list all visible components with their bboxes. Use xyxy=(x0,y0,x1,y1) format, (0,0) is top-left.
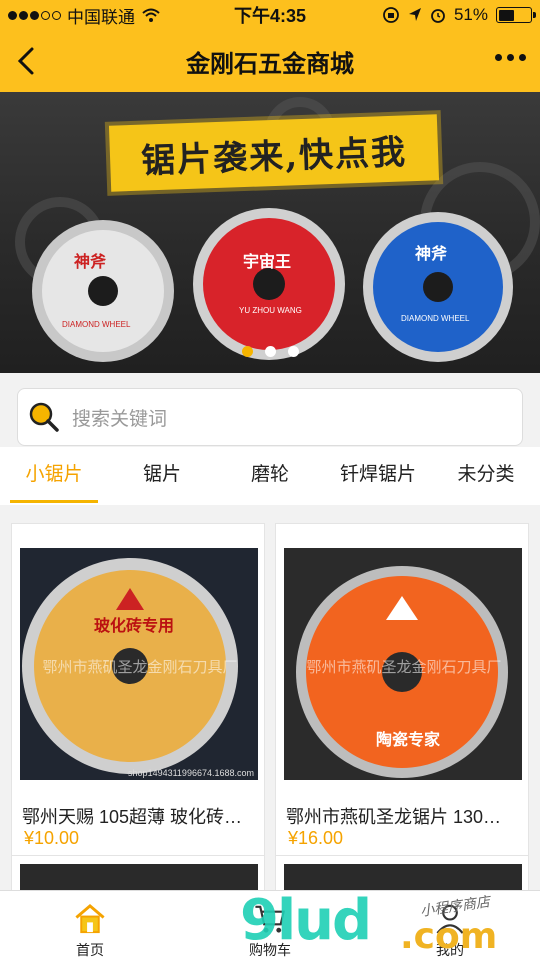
alarm-icon xyxy=(431,9,445,23)
nav-bar: 金刚石五金商城 xyxy=(0,30,540,92)
search-section: 搜索关键词 xyxy=(0,373,540,447)
product-blade-text: 玻化砖专用 xyxy=(94,618,175,635)
banner-slogan: 锯片袭来,快点我 xyxy=(140,131,408,182)
product-name: 鄂州天赐 105超薄 玻化砖… xyxy=(22,807,243,827)
tab-jupian[interactable]: 锯片 xyxy=(108,447,216,505)
location-icon xyxy=(408,8,421,21)
watermark-logo: 9lud xyxy=(240,888,372,953)
product-image: 陶瓷专家 鄂州市燕矶圣龙金刚石刀具厂 xyxy=(284,548,522,780)
tabbar-home-label: 首页 xyxy=(76,942,104,958)
banner-blade-2: 宇宙王 YU ZHOU WANG xyxy=(193,208,345,360)
blade-3-label: 神斧 xyxy=(415,246,448,263)
product-grid: 玻化砖专用 鄂州市燕矶圣龙金刚石刀具厂 shop1494311996674.16… xyxy=(0,505,540,896)
status-bar: 中国联通 下午4:35 51% xyxy=(0,0,540,30)
banner-blade-1: 神斧 DIAMOND WHEEL xyxy=(32,220,174,362)
tab-qianhan-jupian[interactable]: 钎焊锯片 xyxy=(324,447,432,505)
battery-percent: 51% xyxy=(453,5,488,24)
page-title: 金刚石五金商城 xyxy=(186,50,354,78)
blade-2-caption: YU ZHOU WANG xyxy=(239,306,302,315)
product-price: ¥16.00 xyxy=(288,828,344,848)
tab-xiaojupian[interactable]: 小锯片 xyxy=(0,447,108,505)
orientation-lock-icon xyxy=(383,7,399,23)
pagination-dot[interactable] xyxy=(287,346,299,357)
image-watermark: 鄂州市燕矶圣龙金刚石刀具厂 xyxy=(42,659,238,676)
product-card[interactable] xyxy=(11,855,265,896)
blade-3-caption: DIAMOND WHEEL xyxy=(401,314,470,323)
search-placeholder: 搜索关键词 xyxy=(72,408,168,430)
image-watermark: 鄂州市燕矶圣龙金刚石刀具厂 xyxy=(306,659,502,676)
promo-banner[interactable]: 锯片袭来,快点我 神斧 DIAMOND WHEEL 宇宙王 YU ZHOU WA… xyxy=(0,92,540,373)
banner-slogan-strip: 锯片袭来,快点我 xyxy=(108,114,440,192)
blade-1-caption: DIAMOND WHEEL xyxy=(62,320,131,329)
blade-2-label: 宇宙王 xyxy=(243,254,292,271)
more-menu-icon[interactable] xyxy=(495,54,526,61)
category-tabs: 小锯片 锯片 磨轮 钎焊锯片 未分类 xyxy=(0,447,540,505)
home-icon xyxy=(75,903,105,934)
tab-weifenlei[interactable]: 未分类 xyxy=(432,447,540,505)
image-shop-url: shop1494311996674.1688.com xyxy=(128,768,254,778)
product-image: 玻化砖专用 鄂州市燕矶圣龙金刚石刀具厂 shop1494311996674.16… xyxy=(20,548,258,780)
banner-blade-3: 神斧 DIAMOND WHEEL xyxy=(363,212,513,362)
product-name: 鄂州市燕矶圣龙锯片 130… xyxy=(286,807,502,827)
product-card[interactable]: 陶瓷专家 鄂州市燕矶圣龙金刚石刀具厂 鄂州市燕矶圣龙锯片 130… ¥16.00 xyxy=(275,523,529,858)
product-card[interactable]: 玻化砖专用 鄂州市燕矶圣龙金刚石刀具厂 shop1494311996674.16… xyxy=(11,523,265,858)
status-right: 51% xyxy=(382,5,536,25)
search-input[interactable]: 搜索关键词 xyxy=(17,388,523,446)
product-price: ¥10.00 xyxy=(24,828,80,848)
tab-molun[interactable]: 磨轮 xyxy=(216,447,324,505)
search-icon xyxy=(29,402,59,432)
battery-icon xyxy=(496,7,536,23)
product-blade-text: 陶瓷专家 xyxy=(376,732,441,749)
pagination-dot[interactable] xyxy=(241,346,253,357)
blade-1-label: 神斧 xyxy=(74,254,107,271)
tabbar-home[interactable]: 首页 xyxy=(0,891,180,960)
watermark-domain: .com xyxy=(400,916,498,957)
pagination-dot[interactable] xyxy=(264,346,276,357)
back-arrow-icon[interactable] xyxy=(12,44,42,78)
banner-pagination xyxy=(0,346,540,357)
